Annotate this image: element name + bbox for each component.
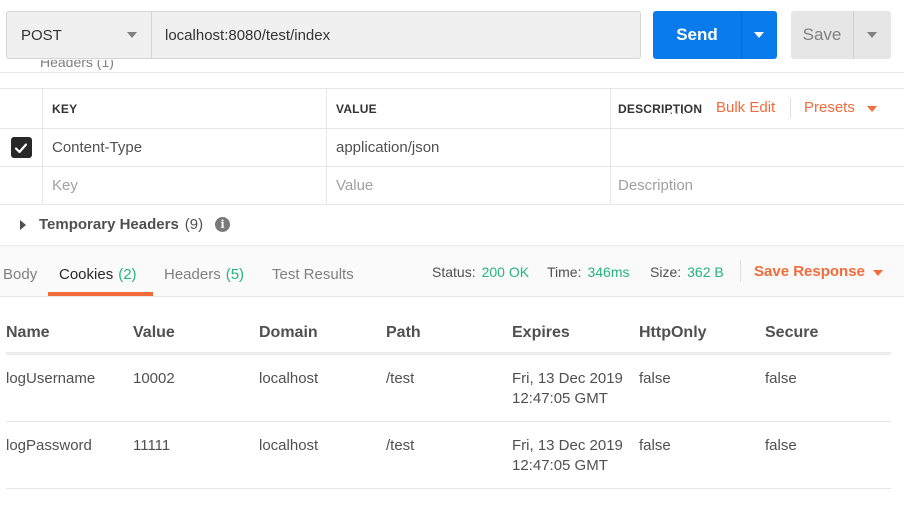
column-name: Name [6,324,50,341]
presets-dropdown[interactable]: Presets [804,99,855,116]
header-check-column [0,89,43,128]
row-checkbox-cell [0,167,43,204]
cookie-name: logPassword [6,437,92,454]
save-options-button[interactable] [853,11,891,59]
chevron-down-icon [867,106,877,112]
column-httponly: HttpOnly [639,324,707,341]
header-description-input[interactable] [611,129,904,166]
more-options-icon[interactable]: ··· [669,104,686,120]
cookie-expires: Fri, 13 Dec 2019 12:47:05 GMT [512,437,623,474]
chevron-down-icon [754,32,764,38]
cookies-table-header: Name Value Domain Path Expires HttpOnly … [6,312,891,355]
cookie-secure: false [765,437,797,454]
save-response-button[interactable]: Save Response [754,263,865,280]
column-domain: Domain [259,324,318,341]
request-bar: POST localhost:8080/test/index Send Save [0,0,904,72]
temporary-headers-toggle[interactable]: Temporary Headers (9) i [20,216,231,233]
new-key-input[interactable]: Key [43,167,327,204]
divider [790,98,791,118]
column-value: Value [133,324,175,341]
time-readout: Time: 346ms [547,264,630,280]
column-secure: Secure [765,324,819,341]
chevron-down-icon [127,32,137,38]
chevron-down-icon [867,32,877,38]
header-value-input[interactable]: application/json [327,129,611,166]
response-bar: Body Cookies (2) Headers (5) Test Results … [0,245,904,297]
send-button[interactable]: Send [653,11,741,59]
cookie-value: 11111 [133,437,171,454]
table-row: Content-Type application/json [0,128,904,166]
headers-section-label: Headers (1) [40,60,114,70]
tab-test-results[interactable]: Test Results [272,266,354,283]
cookie-httponly: false [639,370,671,387]
tab-cookies[interactable]: Cookies (2) [59,266,137,283]
header-key-input[interactable]: Content-Type [43,129,327,166]
tab-headers[interactable]: Headers (5) [164,266,244,283]
chevron-down-icon[interactable] [873,270,883,276]
cookie-path: /test [386,370,415,387]
cookies-table: Name Value Domain Path Expires HttpOnly … [6,312,891,489]
table-row: logUsername 10002 localhost /test Fri, 1… [6,355,891,422]
column-value: VALUE [327,89,611,128]
table-row: logPassword 11111 localhost /test Fri, 1… [6,422,891,489]
divider [0,72,904,73]
cookie-secure: false [765,370,797,387]
bulk-edit-link[interactable]: Bulk Edit [716,99,775,116]
new-value-input[interactable]: Value [327,167,611,204]
temporary-headers-count: (9) [184,216,204,233]
url-value: localhost:8080/test/index [165,26,331,44]
caret-right-icon [20,219,26,230]
status-readout: Status: 200 OK [432,264,530,280]
cookie-value: 10002 [133,370,175,387]
divider [740,260,741,282]
info-icon[interactable]: i [215,217,231,232]
check-icon [14,142,28,153]
method-select[interactable]: POST [6,11,152,59]
column-expires: Expires [512,324,570,341]
url-input[interactable]: localhost:8080/test/index [151,11,641,59]
size-readout: Size: 362 B [650,264,724,280]
cookie-httponly: false [639,437,671,454]
column-key: KEY [43,89,327,128]
active-tab-indicator [48,292,153,296]
save-button[interactable]: Save [791,11,853,59]
method-label: POST [21,26,62,44]
row-checkbox-cell [0,129,43,166]
column-path: Path [386,324,421,341]
cookie-domain: localhost [259,437,319,454]
cookie-domain: localhost [259,370,319,387]
tab-body[interactable]: Body [3,266,37,283]
row-checkbox[interactable] [10,137,32,158]
new-description-input[interactable]: Description [611,167,904,204]
table-row-new: Key Value Description [0,166,904,205]
send-options-button[interactable] [741,11,777,59]
cookie-name: logUsername [6,370,96,387]
cookie-expires: Fri, 13 Dec 2019 12:47:05 GMT [512,370,623,407]
temporary-headers-label: Temporary Headers [39,216,179,233]
cookie-path: /test [386,437,415,454]
